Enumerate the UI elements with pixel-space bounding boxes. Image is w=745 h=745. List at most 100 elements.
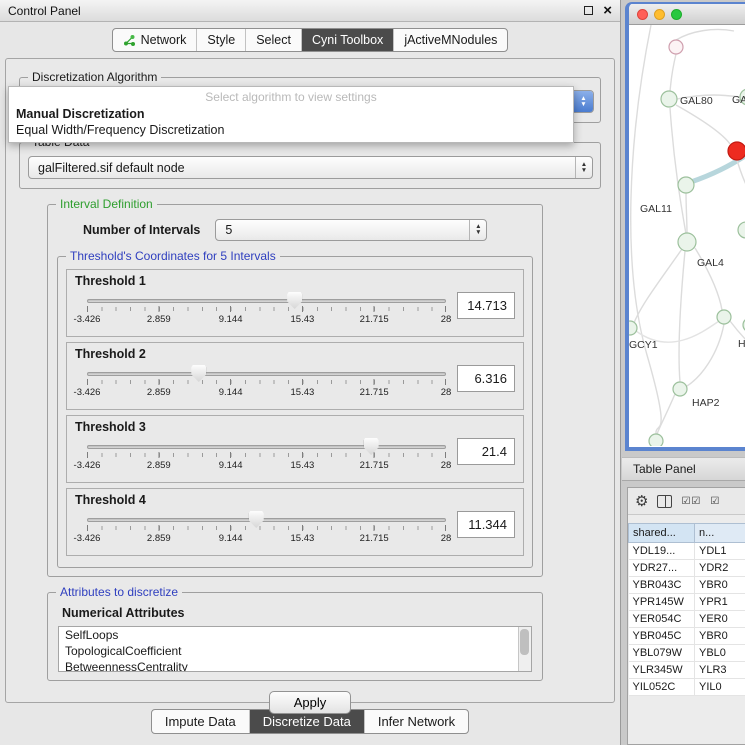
scale-label: 15.43 [291, 387, 315, 398]
tab-style[interactable]: Style [196, 29, 245, 51]
column-header-name[interactable]: n... [695, 524, 745, 543]
network-node[interactable] [669, 40, 683, 54]
network-node[interactable] [678, 177, 694, 193]
threshold-value-field[interactable]: 14.713 [457, 292, 515, 319]
network-edge[interactable] [679, 251, 685, 382]
scale-label: -3.426 [74, 460, 101, 471]
scale-label: 28 [441, 533, 452, 544]
numerical-attributes-label: Numerical Attributes [62, 606, 532, 620]
network-edge[interactable] [737, 160, 745, 195]
tab-network[interactable]: Network [113, 29, 197, 51]
zoom-traffic-light-icon[interactable] [671, 9, 682, 20]
list-item[interactable]: SelfLoops [59, 627, 531, 643]
close-traffic-light-icon[interactable] [637, 9, 648, 20]
threshold-value-field[interactable]: 21.4 [457, 438, 515, 465]
group-title: Discretization Algorithm [28, 70, 161, 84]
scrollbar-thumb[interactable] [520, 629, 529, 655]
network-window-titlebar [629, 4, 745, 25]
table-row: YBL079WYBL0 [629, 645, 745, 662]
threshold-label: Threshold 2 [75, 347, 515, 361]
table-data-selected: galFiltered.sif default node [29, 157, 575, 178]
minimize-traffic-light-icon[interactable] [654, 9, 665, 20]
dropdown-option-manual-discretization[interactable]: Manual Discretization [9, 106, 573, 122]
tab-jactivemnodules[interactable]: jActiveMNodules [393, 29, 507, 51]
control-panel-window: Control Panel × Network Style [0, 0, 621, 745]
scale-label: 21.715 [360, 533, 389, 544]
network-edge[interactable] [631, 25, 661, 434]
table-row: YDL19...YDL1 [629, 543, 745, 560]
dropdown-placeholder: Select algorithm to view settings [9, 87, 573, 106]
window-title: Control Panel [8, 4, 81, 18]
threshold-value-field[interactable]: 11.344 [457, 511, 515, 538]
tab-select[interactable]: Select [245, 29, 301, 51]
dropdown-option-equal-width-frequency[interactable]: Equal Width/Frequency Discretization [9, 122, 573, 138]
network-node[interactable] [717, 310, 731, 324]
threshold-panel: Threshold 3 -3.426 2.859 [66, 415, 524, 483]
network-node[interactable] [728, 142, 745, 160]
network-edge[interactable] [687, 324, 724, 386]
network-edge[interactable] [657, 394, 675, 434]
column-header-shared-name[interactable]: shared... [629, 524, 695, 543]
settings-gear-icon[interactable]: ⚙ [635, 494, 648, 509]
network-node-label: GA [732, 94, 745, 106]
network-edge[interactable] [676, 29, 734, 40]
slider-track[interactable] [87, 518, 446, 522]
list-item[interactable]: TopologicalCoefficient [59, 643, 531, 659]
table-data-combo[interactable]: galFiltered.sif default node ▲▼ [28, 156, 593, 179]
columns-icon[interactable] [657, 495, 672, 508]
float-window-icon[interactable] [584, 6, 593, 15]
apply-button[interactable]: Apply [269, 691, 352, 714]
network-node[interactable] [661, 91, 677, 107]
attributes-group: Attributes to discretize Numerical Attri… [47, 592, 543, 681]
threshold-slider[interactable]: -3.426 2.859 9.144 15.43 21.715 28 [87, 509, 446, 549]
tab-label: Network [141, 33, 187, 47]
network-edge[interactable] [676, 105, 730, 144]
close-icon[interactable]: × [603, 6, 612, 16]
network-icon [123, 34, 136, 47]
control-panel-titlebar: Control Panel × [0, 0, 620, 22]
network-node[interactable] [649, 434, 663, 446]
scale-label: 15.43 [291, 460, 315, 471]
list-item[interactable]: BetweennessCentrality [59, 659, 531, 672]
select-all-checkbox-icon[interactable]: ☑ [710, 496, 720, 507]
table-row: YDR27...YDR2 [629, 560, 745, 577]
tab-cyni-toolbox[interactable]: Cyni Toolbox [301, 29, 393, 51]
threshold-label: Threshold 1 [75, 274, 515, 288]
network-edge[interactable] [686, 193, 687, 233]
threshold-slider[interactable]: -3.426 2.859 9.144 15.43 21.715 28 [87, 436, 446, 476]
combo-arrows-icon: ▲▼ [469, 220, 486, 240]
threshold-slider[interactable]: -3.426 2.859 9.144 15.43 21.715 28 [87, 363, 446, 403]
network-edge[interactable] [634, 249, 682, 323]
network-node[interactable] [629, 321, 637, 335]
scale-label: 2.859 [147, 387, 171, 398]
number-of-intervals-combo[interactable]: 5 ▲▼ [215, 219, 487, 241]
network-node[interactable] [738, 222, 745, 238]
select-columns-checkbox-icon[interactable]: ☑☑ [681, 496, 701, 507]
network-node-label: HAP2 [692, 397, 720, 409]
network-node[interactable] [678, 233, 696, 251]
scale-label: 2.859 [147, 533, 171, 544]
table-panel-toolbar: ⚙ ☑☑ ☑ [628, 488, 745, 515]
scale-label: 9.144 [219, 314, 243, 325]
list-scrollbar[interactable] [518, 627, 531, 671]
scale-label: 9.144 [219, 387, 243, 398]
network-edge[interactable] [670, 54, 676, 91]
network-canvas[interactable]: GAL80GAGAL11GAL4GCY1HHAP2 [629, 25, 745, 446]
slider-track[interactable] [87, 372, 446, 376]
screen: Control Panel × Network Style [0, 0, 745, 745]
table-panel-header[interactable]: Table Panel [622, 457, 745, 481]
algorithm-dropdown-popup: Select algorithm to view settings Manual… [8, 86, 574, 143]
node-attribute-table: shared... n... YDL19...YDL1 YDR27...YDR2… [628, 523, 745, 696]
slider-track[interactable] [87, 445, 446, 449]
number-of-intervals-value: 5 [216, 220, 469, 240]
slider-scale: -3.426 2.859 9.144 15.43 21.715 28 [87, 387, 446, 399]
slider-scale: -3.426 2.859 9.144 15.43 21.715 28 [87, 460, 446, 472]
threshold-slider[interactable]: -3.426 2.859 9.144 15.43 21.715 28 [87, 290, 446, 330]
network-edge[interactable] [670, 108, 686, 234]
number-of-intervals-row: Number of Intervals 5 ▲▼ [57, 219, 533, 241]
combo-arrows-icon: ▲▼ [575, 157, 592, 178]
network-node[interactable] [673, 382, 687, 396]
threshold-value-field[interactable]: 6.316 [457, 365, 515, 392]
slider-track[interactable] [87, 299, 446, 303]
scale-label: 2.859 [147, 314, 171, 325]
